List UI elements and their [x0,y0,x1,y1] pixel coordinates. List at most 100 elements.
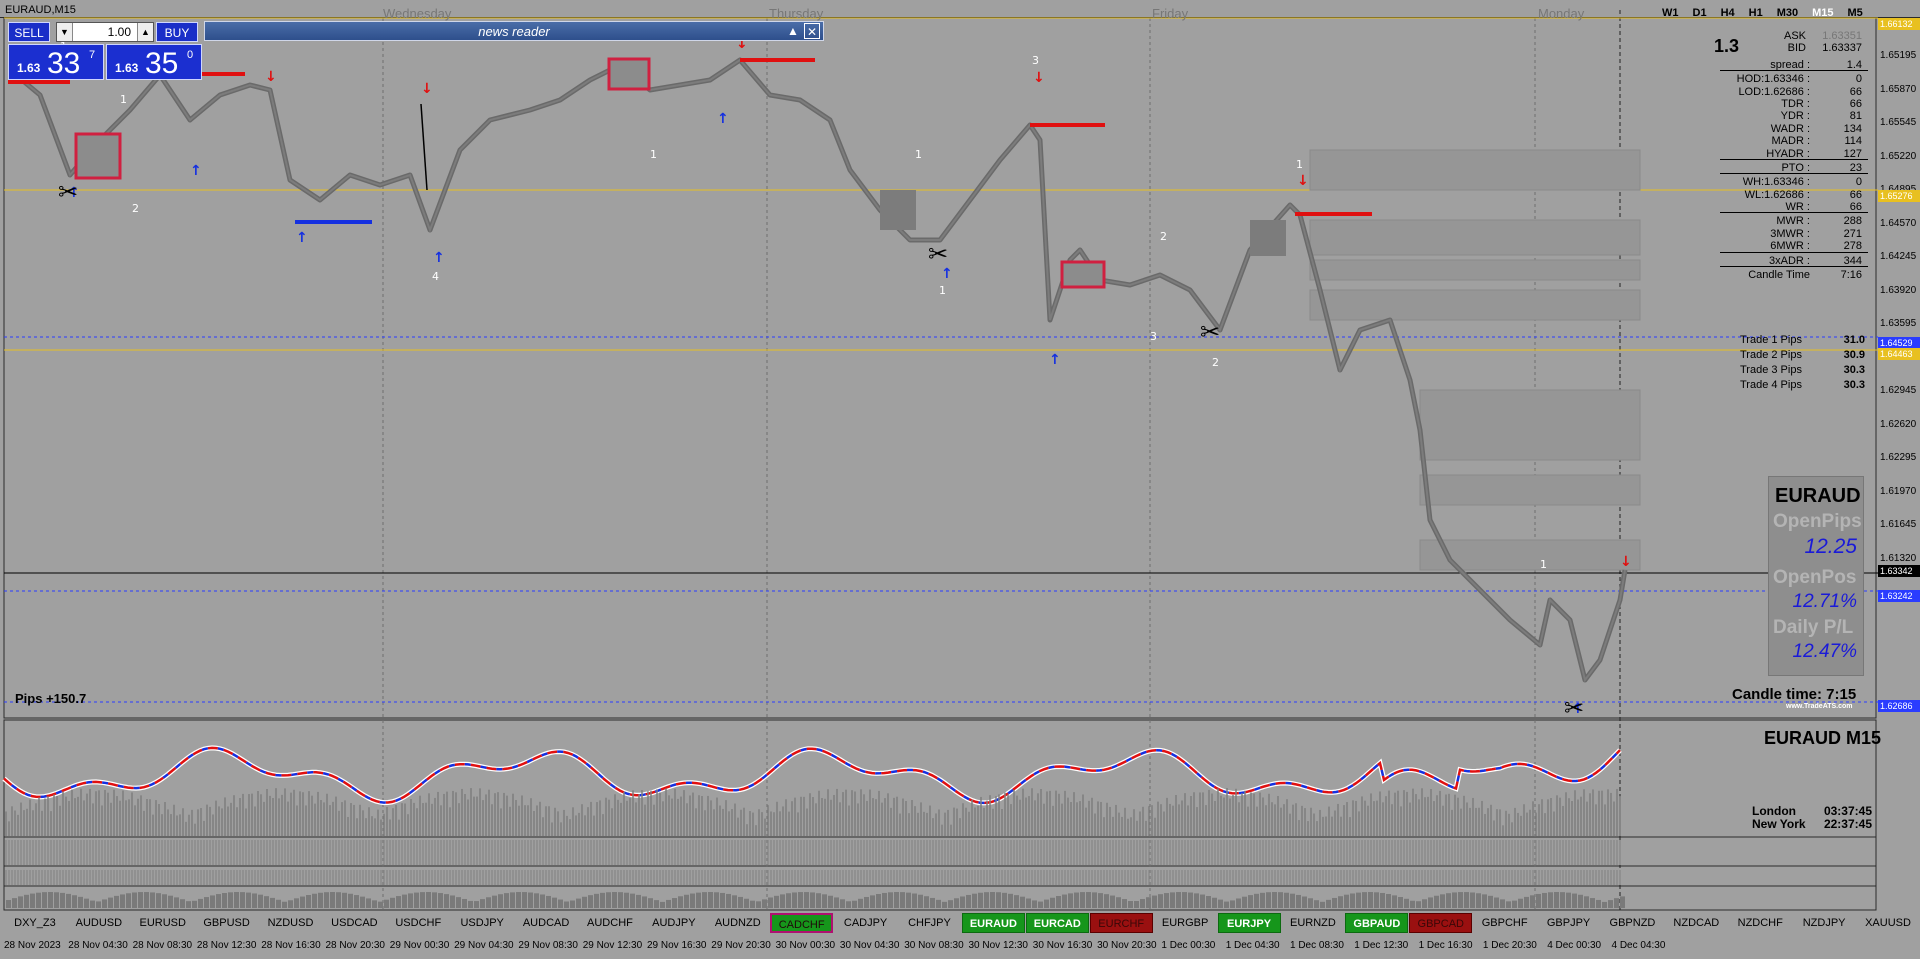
symbol-button-gbpaud[interactable]: GBPAUD [1345,913,1409,933]
symbol-button-cadchf[interactable]: CADCHF [770,913,834,933]
indicator-block [198,898,203,908]
lot-increase-icon[interactable]: ▲ [137,23,153,41]
price-tick: 1.61970 [1880,485,1917,497]
indicator-block [456,897,461,908]
spike-line [420,103,428,191]
close-icon[interactable]: ✕ [804,23,820,39]
symbol-button-gbpjpy[interactable]: GBPJPY [1537,913,1600,933]
symbol-button-dxy_z3[interactable]: DXY_Z3 [4,913,67,933]
indicator-block [1170,892,1175,908]
symbol-button-usdcad[interactable]: USDCAD [323,913,386,933]
symbol-button-chfjpy[interactable]: CHFJPY [898,913,961,933]
symbol-button-gbpcad[interactable]: GBPCAD [1409,913,1473,933]
info-row: 3MWR : 271 [1720,228,1868,240]
indicator-block [576,898,581,908]
symbol-button-gbpchf[interactable]: GBPCHF [1473,913,1536,933]
symbol-button-audusd[interactable]: AUDUSD [67,913,130,933]
indicator-block [108,897,113,908]
signal-arrow-icon: ↑ [296,230,308,246]
indicator-block [648,898,653,908]
signal-arrow-icon: ↑ [1049,352,1061,368]
symbol-button-usdjpy[interactable]: USDJPY [451,913,514,933]
oscillator-red [3,746,1621,805]
symbol-button-audchf[interactable]: AUDCHF [579,913,642,933]
indicator-block [468,900,473,908]
indicator-block [1038,901,1043,908]
symbol-button-gbpusd[interactable]: GBPUSD [195,913,258,933]
symbol-button-cadjpy[interactable]: CADJPY [834,913,897,933]
indicator-block [294,898,299,908]
indicator-block [276,899,281,908]
info-row-label: Candle Time [1748,269,1810,282]
price-chart[interactable]: ↑↑↑↑↑↑↑↑↓↓↓↓↓↓↓✂✂✂✂1214131221311 [0,0,1920,959]
daily-pl-label: Daily P/L [1773,617,1854,638]
indicator-block [564,901,569,908]
indicator-block [1302,896,1307,908]
open-pips-value: 12.25 [1804,535,1857,558]
chart-window[interactable]: { "window": {"symbol_title": "EURAUD,M15… [0,0,1920,959]
symbol-button-eurjpy[interactable]: EURJPY [1217,913,1281,933]
indicator-block [1020,896,1025,908]
indicator-block [1404,898,1409,908]
indicator-block [90,900,95,908]
chart-label: 1 [650,148,657,161]
indicator-block [1452,892,1457,908]
symbol-button-xauusd[interactable]: XAUUSD [1857,913,1920,933]
sell-quote[interactable]: 1.63 33 7 [8,44,104,80]
symbol-button-nzdusd[interactable]: NZDUSD [259,913,322,933]
indicator-block [522,892,527,908]
indicator-block [1044,899,1049,908]
buy-button[interactable]: BUY [156,22,198,42]
price-tag: 1.66132 [1878,18,1920,30]
indicator-block [1392,895,1397,908]
info-row-label: LOD:1.62686 : [1738,85,1810,98]
lot-decrease-icon[interactable]: ▼ [57,23,73,41]
indicator-block [1080,892,1085,908]
price-tick: 1.62620 [1880,418,1917,430]
info-row: HOD:1.63346 : 0 [1720,73,1868,85]
indicator-block [870,895,875,908]
indicator-block [816,893,821,908]
symbol-button-audjpy[interactable]: AUDJPY [642,913,705,933]
chart-label: 3 [1032,54,1039,67]
symbol-button-eurgbp[interactable]: EURGBP [1154,913,1217,933]
symbol-button-usdchf[interactable]: USDCHF [387,913,450,933]
indicator-block [192,900,197,908]
price-scale[interactable]: 1.651951.658701.655451.652201.648951.645… [1878,18,1920,718]
symbol-button-audnzd[interactable]: AUDNZD [706,913,769,933]
buy-quote[interactable]: 1.63 35 0 [106,44,202,80]
time-tick: 4 Dec 00:30 [1547,940,1602,951]
symbol-button-audcad[interactable]: AUDCAD [515,913,578,933]
symbol-button-eurnzd[interactable]: EURNZD [1282,913,1345,933]
time-tick: 4 Dec 04:30 [1611,940,1666,951]
trade-pips-panel: Trade 1 Pips 31.0 Trade 2 Pips 30.9 Trade 3 … [1740,334,1865,394]
indicator-block [1254,893,1259,908]
lot-size-input[interactable]: ▼ 1.00 ▲ [56,22,154,42]
symbol-button-euraud[interactable]: EURAUD [961,913,1025,933]
symbol-button-gbpnzd[interactable]: GBPNZD [1601,913,1664,933]
indicator-block [798,892,803,908]
symbol-button-eurcad[interactable]: EURCAD [1025,913,1089,933]
symbol-button-eurusd[interactable]: EURUSD [131,913,194,933]
indicator-block [306,895,311,908]
minimize-icon[interactable]: ▲ [785,23,801,39]
sell-button[interactable]: SELL [8,22,50,42]
symbol-button-nzdchf[interactable]: NZDCHF [1729,913,1792,933]
time-axis: 28 Nov 2023 28 Nov 04:30 28 Nov 08:30 28 No… [0,937,1920,955]
time-tick: 28 Nov 08:30 [132,940,193,951]
indicator-block [444,894,449,908]
indicator-block [720,892,725,908]
info-row: HYADR : 127 [1720,148,1868,160]
indicator-block [450,895,455,908]
symbol-button-nzdjpy[interactable]: NZDJPY [1793,913,1856,933]
symbol-button-nzdcad[interactable]: NZDCAD [1665,913,1728,933]
info-row: 6MWR : 278 [1720,240,1868,253]
chart-label: 1 [915,148,922,161]
news-reader-bar[interactable]: news reader ▲ ✕ [204,21,824,41]
price-tick: 1.63595 [1880,318,1917,329]
consolidation-box [880,190,916,230]
info-row-value: 127 [1843,147,1862,160]
indicator-block [1494,897,1499,908]
indicator-block [1248,895,1253,908]
symbol-button-eurchf[interactable]: EURCHF [1089,913,1153,933]
